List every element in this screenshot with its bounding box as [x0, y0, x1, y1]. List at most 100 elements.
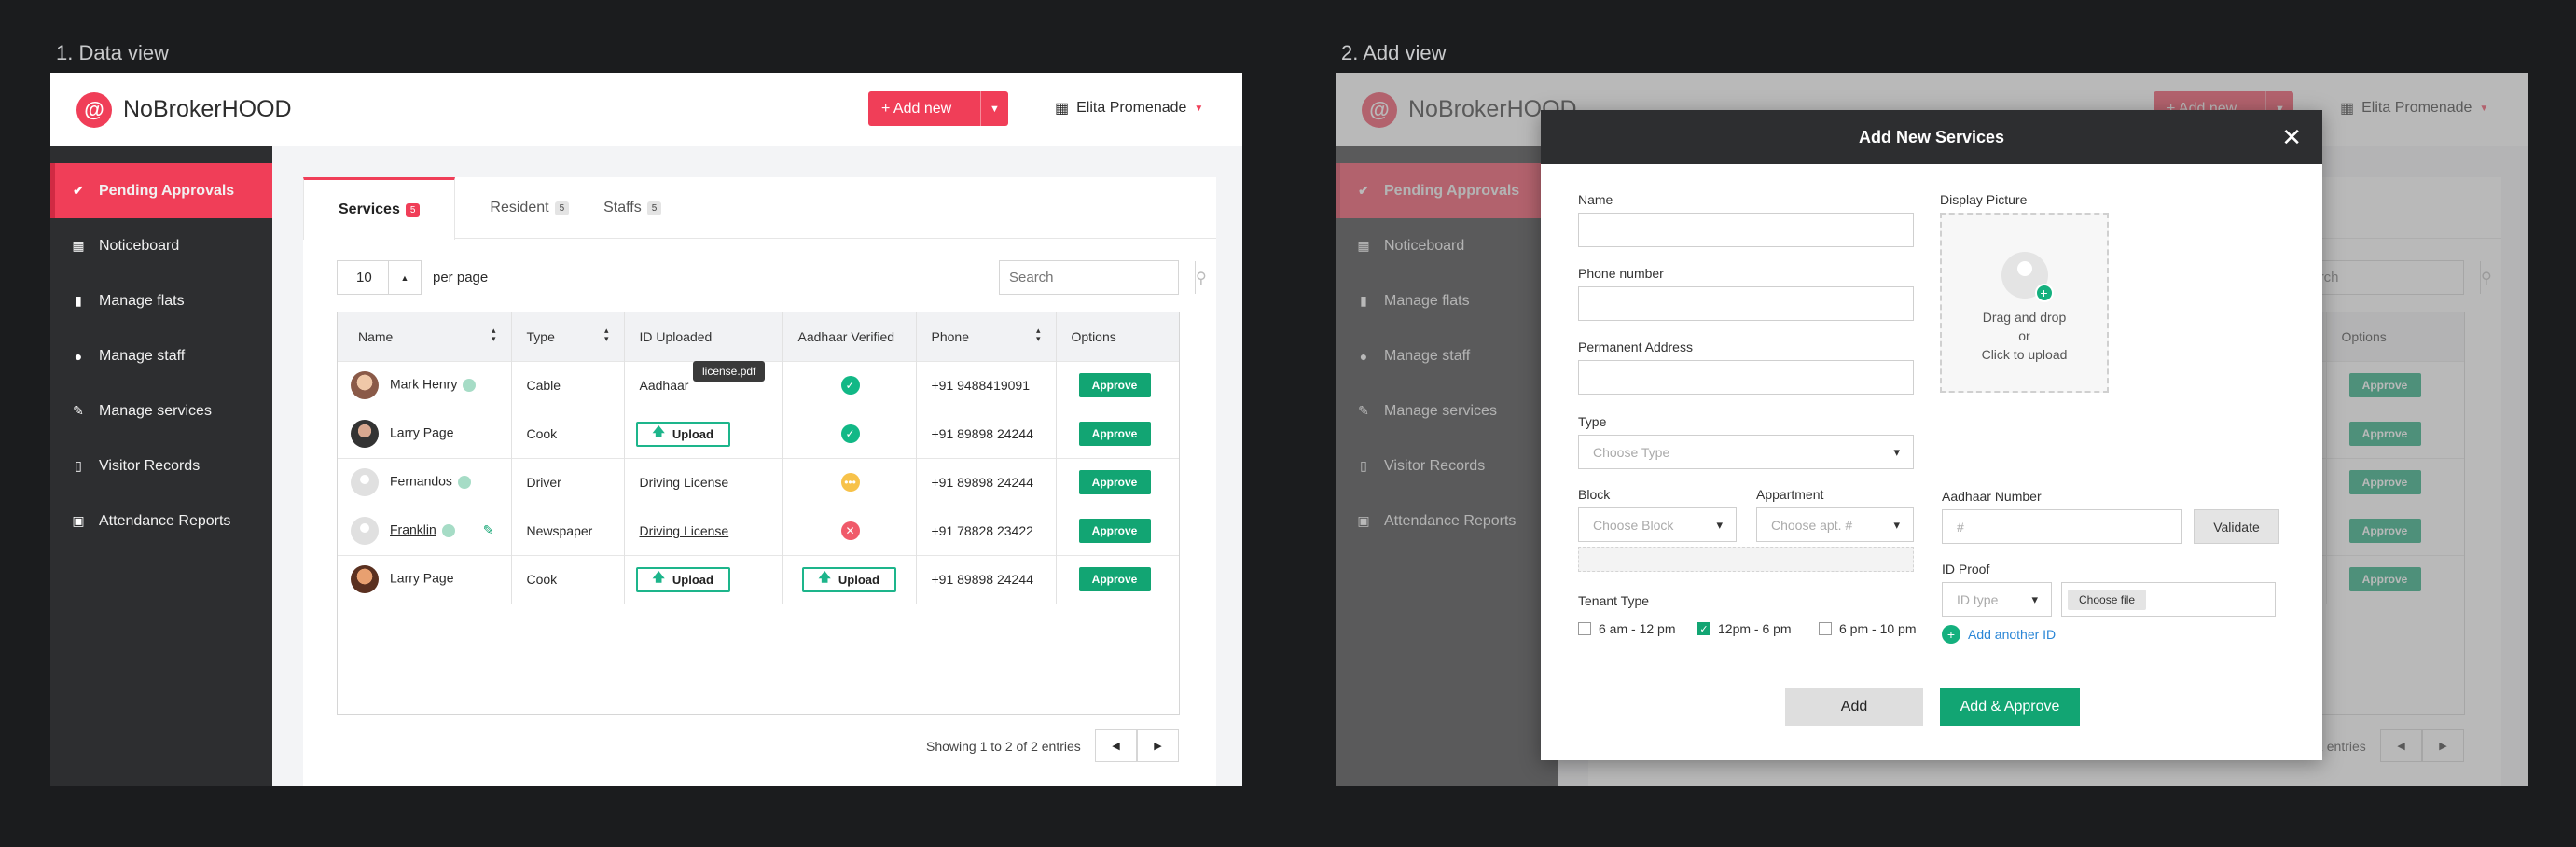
- add-new-label: + Add new: [881, 100, 952, 117]
- app-header: @ NoBrokerHOOD + Add new ▼ ▦ Elita Promena…: [50, 73, 1242, 146]
- block-label: Block: [1578, 487, 1611, 502]
- block-select[interactable]: Choose Block: [1578, 507, 1737, 542]
- aadhaar-field[interactable]: #: [1942, 509, 2182, 544]
- tenant-option-label: 6 pm - 10 pm: [1839, 621, 1917, 636]
- approve-button[interactable]: Approve: [1078, 422, 1151, 446]
- avatar: [351, 468, 379, 496]
- view-label-data: 1. Data view: [56, 41, 170, 64]
- modal-title: Add New Services: [1858, 127, 2005, 146]
- tenant-checkbox-evening[interactable]: 6 pm - 10 pm: [1819, 621, 1916, 636]
- type-select[interactable]: Choose Type: [1578, 435, 1914, 469]
- approve-button[interactable]: Approve: [1078, 567, 1151, 592]
- display-picture-label: Display Picture: [1940, 192, 2028, 207]
- add-approve-button[interactable]: Add & Approve: [1940, 688, 2080, 726]
- approve-button[interactable]: Approve: [1078, 373, 1151, 397]
- col-type[interactable]: Type: [511, 312, 625, 361]
- search-input[interactable]: [1000, 261, 1195, 294]
- row-name-link[interactable]: Franklin: [390, 522, 436, 537]
- add-another-label: Add another ID: [1968, 627, 2057, 642]
- row-id-link[interactable]: Driving License: [640, 523, 729, 538]
- col-name[interactable]: Name: [338, 312, 512, 361]
- verified-icon: ✓: [840, 424, 860, 443]
- upload-id-button[interactable]: 🡅 Upload: [635, 566, 730, 592]
- drop-text-line3: Click to upload: [1981, 347, 2068, 362]
- choose-file-button[interactable]: Choose file: [2068, 589, 2147, 610]
- col-phone[interactable]: Phone: [916, 312, 1057, 361]
- upload-id-button[interactable]: 🡅 Upload: [635, 421, 730, 447]
- tab-services[interactable]: Services 5: [303, 177, 456, 240]
- sidebar-item-visitor-records[interactable]: ▯ Visitor Records: [50, 438, 272, 493]
- validate-button[interactable]: Validate: [2194, 509, 2279, 544]
- checkbox-checked[interactable]: ✓: [1697, 622, 1710, 635]
- row-type: Cook: [511, 554, 625, 604]
- check-circle-icon: ✔: [73, 183, 84, 198]
- table-row: Larry Page Cook 🡅 Upload 🡅 Upload +91 8989…: [338, 554, 1179, 604]
- fingerprint-icon: [463, 379, 477, 392]
- count-badge: 5: [405, 202, 421, 217]
- type-label: Type: [1578, 414, 1607, 429]
- row-name: Larry Page: [390, 424, 454, 440]
- search-icon[interactable]: ⚲: [1195, 261, 1207, 294]
- row-phone: +91 78828 23422: [916, 506, 1057, 555]
- upload-label: Upload: [672, 426, 713, 441]
- prev-page-icon[interactable]: ◀: [1095, 729, 1137, 762]
- sidebar-item-label: Manage staff: [99, 347, 186, 364]
- checkbox[interactable]: [1578, 622, 1591, 635]
- upload-label: Upload: [672, 572, 713, 587]
- building-selector[interactable]: ▦ Elita Promenade ▼: [1055, 99, 1203, 118]
- address-field[interactable]: [1578, 360, 1914, 395]
- approve-button[interactable]: Approve: [1078, 519, 1151, 543]
- apartment-select[interactable]: Choose apt. #: [1756, 507, 1914, 542]
- picture-dropzone[interactable]: + Drag and drop or Click to upload: [1940, 213, 2109, 393]
- sidebar-item-noticeboard[interactable]: ▦ Noticeboard: [50, 218, 272, 273]
- add-circle-icon: +: [1942, 625, 1960, 644]
- count-badge: 5: [554, 201, 570, 215]
- close-icon[interactable]: ✕: [2281, 123, 2302, 152]
- add-view-frame: @ NoBrokerHOOD + Add new▼ ▦Elita Promena…: [1336, 73, 2528, 786]
- upload-arrow-icon: 🡅: [818, 570, 831, 585]
- per-page-stepper[interactable]: 10 ▲: [337, 260, 422, 295]
- chevron-down-icon[interactable]: ▼: [980, 91, 1008, 126]
- stepper-up-icon[interactable]: ▲: [388, 261, 421, 294]
- upload-aadhaar-button[interactable]: 🡅 Upload: [801, 566, 896, 592]
- approve-button[interactable]: Approve: [1078, 470, 1151, 494]
- pagination: ◀ ▶: [1095, 729, 1179, 762]
- drop-text-line2: or: [2018, 328, 2030, 343]
- edit-icon[interactable]: ✎: [483, 522, 494, 537]
- add-another-id-link[interactable]: + Add another ID: [1942, 625, 2056, 644]
- calendar-icon: ▣: [72, 513, 85, 528]
- name-field[interactable]: [1578, 213, 1914, 247]
- tenant-option-label: 6 am - 12 pm: [1599, 621, 1676, 636]
- tenant-checkbox-afternoon[interactable]: ✓ 12pm - 6 pm: [1697, 621, 1792, 636]
- data-view-frame: @ NoBrokerHOOD + Add new ▼ ▦ Elita Promena…: [50, 73, 1242, 786]
- row-type: Cable: [511, 360, 625, 410]
- pending-icon: •••: [840, 473, 860, 492]
- tenant-checkbox-morning[interactable]: 6 am - 12 pm: [1578, 621, 1675, 636]
- phone-field[interactable]: [1578, 286, 1914, 321]
- sidebar-item-manage-flats[interactable]: ▮ Manage flats: [50, 273, 272, 328]
- add-new-button[interactable]: + Add new ▼: [868, 91, 1008, 126]
- apartment-label: Appartment: [1756, 487, 1824, 502]
- sidebar-item-manage-staff[interactable]: ● Manage staff: [50, 328, 272, 383]
- file-tooltip: license.pdf: [693, 361, 766, 382]
- fingerprint-icon: [457, 476, 471, 489]
- next-page-icon[interactable]: ▶: [1137, 729, 1179, 762]
- tenant-option-label: 12pm - 6 pm: [1718, 621, 1792, 636]
- modal-header: Add New Services ✕: [1541, 110, 2322, 164]
- id-type-select[interactable]: ID type: [1942, 582, 2052, 617]
- sidebar-item-pending-approvals[interactable]: ✔ Pending Approvals: [50, 163, 272, 218]
- add-icon: +: [2034, 284, 2054, 302]
- sidebar-item-manage-services[interactable]: ✎ Manage services: [50, 383, 272, 438]
- row-name: Larry Page: [390, 570, 454, 586]
- entries-info: Showing 1 to 2 of 2 entries: [926, 739, 1081, 754]
- rejected-icon: ✕: [840, 521, 860, 540]
- file-input[interactable]: Choose file: [2061, 582, 2276, 617]
- tab-staffs[interactable]: Staffs 5: [603, 177, 696, 239]
- sidebar-item-attendance-reports[interactable]: ▣ Attendance Reports: [50, 493, 272, 548]
- add-button[interactable]: Add: [1785, 688, 1923, 726]
- phone-label: Phone number: [1578, 266, 1664, 281]
- checkbox[interactable]: [1819, 622, 1832, 635]
- tab-resident[interactable]: Resident 5: [455, 177, 603, 239]
- per-page-value: 10: [356, 270, 372, 285]
- tab-bar: Services 5 Resident 5 Staffs 5: [303, 177, 1216, 240]
